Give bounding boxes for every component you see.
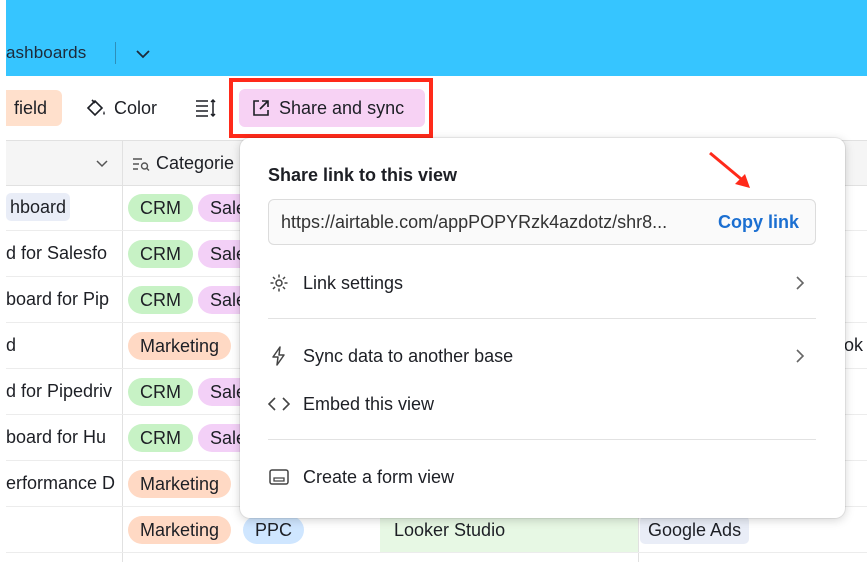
share-button-label: Share and sync: [279, 98, 405, 118]
multi-select-field-icon: [133, 158, 150, 171]
category-tag: CRM: [128, 240, 193, 268]
share-link-url[interactable]: https://airtable.com/appPOPYRzk4azdotz/s…: [281, 200, 696, 244]
top-bar: ashboards: [6, 0, 867, 76]
chevron-right-icon: [796, 276, 805, 290]
annotation-arrow-icon: [709, 151, 750, 188]
record-name: d: [6, 335, 17, 355]
color-button-label: Color: [114, 98, 158, 118]
popover-divider: [268, 439, 816, 440]
categories-column-header[interactable]: Categorie: [156, 141, 234, 185]
paint-bucket-icon: [86, 99, 105, 117]
share-link-box[interactable]: https://airtable.com/appPOPYRzk4azdotz/s…: [268, 199, 816, 245]
record-name: hboard: [6, 193, 71, 221]
field-button[interactable]: field: [6, 90, 62, 126]
link-settings-item[interactable]: Link settings: [268, 268, 816, 298]
category-tag: CRM: [128, 424, 193, 452]
row-height-icon[interactable]: [194, 96, 218, 120]
sync-data-label: Sync data to another base: [303, 345, 514, 366]
category-tag: CRM: [128, 194, 193, 222]
form-icon: [268, 466, 290, 488]
category-tag: Marketing: [128, 516, 232, 544]
embed-view-label: Embed this view: [303, 393, 435, 414]
chevron-right-icon: [796, 349, 805, 363]
share-popover: Share link to this view https://airtable…: [240, 138, 845, 518]
category-tag: Marketing: [128, 470, 232, 498]
external-link-icon: [253, 100, 269, 116]
lightning-icon: [268, 345, 290, 367]
category-tag: PPC: [243, 516, 305, 544]
share-and-sync-button[interactable]: Share and sync: [239, 89, 425, 127]
tool-chip: Looker Studio: [394, 520, 506, 540]
embed-view-item[interactable]: Embed this view: [268, 389, 816, 419]
record-name: erformance D: [6, 473, 116, 493]
chevron-down-icon[interactable]: [133, 44, 153, 64]
record-name: d for Salesfo: [6, 243, 108, 263]
category-tag: Marketing: [128, 332, 232, 360]
link-settings-label: Link settings: [303, 272, 404, 293]
sync-data-item[interactable]: Sync data to another base: [268, 341, 816, 371]
code-icon: [268, 393, 290, 415]
tab-dashboards[interactable]: ashboards: [6, 43, 86, 63]
category-tag: CRM: [128, 286, 193, 314]
record-name: board for Hu: [6, 427, 107, 447]
create-form-label: Create a form view: [303, 466, 455, 487]
color-button[interactable]: Color: [84, 90, 157, 126]
source-chip: Google Ads: [640, 516, 750, 544]
category-tag: CRM: [128, 378, 193, 406]
view-toolbar: field Color: [6, 76, 867, 141]
record-source: ok: [844, 335, 864, 355]
popover-title: Share link to this view: [268, 165, 458, 185]
create-form-item[interactable]: Create a form view: [268, 462, 816, 492]
gear-icon: [268, 272, 290, 294]
tab-separator: [115, 42, 116, 64]
copy-link-button[interactable]: Copy link: [718, 200, 799, 244]
record-name: d for Pipedriv: [6, 381, 113, 401]
record-name: board for Pip: [6, 289, 110, 309]
popover-divider: [268, 318, 816, 319]
